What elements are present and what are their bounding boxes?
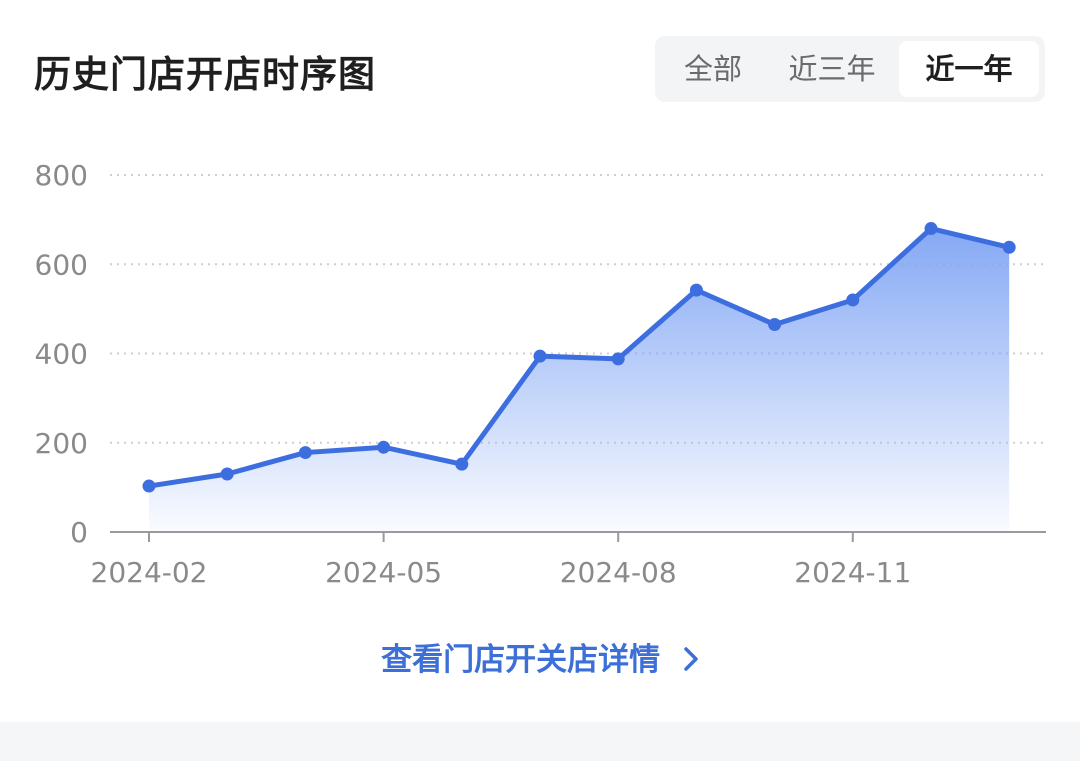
data-point-2024-11 [846,293,860,307]
y-tick-label-0: 0 [70,516,88,549]
data-point-2024-10 [768,317,782,331]
data-point-2024-05 [377,440,391,454]
x-tick-label-2024-08: 2024-08 [560,556,677,589]
y-tick-label-400: 400 [35,338,88,371]
x-tick-label-2024-05: 2024-05 [325,556,442,589]
chevron-right-icon [684,646,698,671]
y-tick-label-200: 200 [35,427,88,460]
data-point-2024-12 [924,222,938,236]
data-point-2024-08 [611,352,625,366]
x-tick-label-2024-02: 2024-02 [91,556,208,589]
view-store-details-label: 查看门店开关店详情 [381,642,661,678]
data-point-2024-06 [455,457,469,471]
tab-last-three-years[interactable]: 近三年 [771,41,893,97]
data-point-2025-01 [1002,240,1016,254]
data-point-2024-03 [220,467,234,481]
page-title: 历史门店开店时序图 [34,53,376,96]
view-store-details-link[interactable]: 查看门店开关店详情 [0,634,1080,679]
data-point-2024-02 [142,479,156,493]
tab-all[interactable]: 全部 [663,41,763,97]
tab-last-one-year[interactable]: 近一年 [899,41,1039,97]
chart-card: 历史门店开店时序图 全部 近三年 近一年 0 200 400 600 800 2024-0… [0,0,1080,722]
data-point-2024-04 [298,446,312,460]
data-point-2024-07 [533,349,547,363]
area-chart: 0 200 400 600 800 2024-02 2024-05 2024-08 2024-1… [35,159,1046,589]
x-tick-label-2024-11: 2024-11 [794,556,911,589]
y-tick-label-800: 800 [35,159,88,192]
range-segmented-control: 全部 近三年 近一年 [655,36,1045,102]
data-point-2024-09 [689,283,703,297]
y-tick-label-600: 600 [35,248,88,281]
